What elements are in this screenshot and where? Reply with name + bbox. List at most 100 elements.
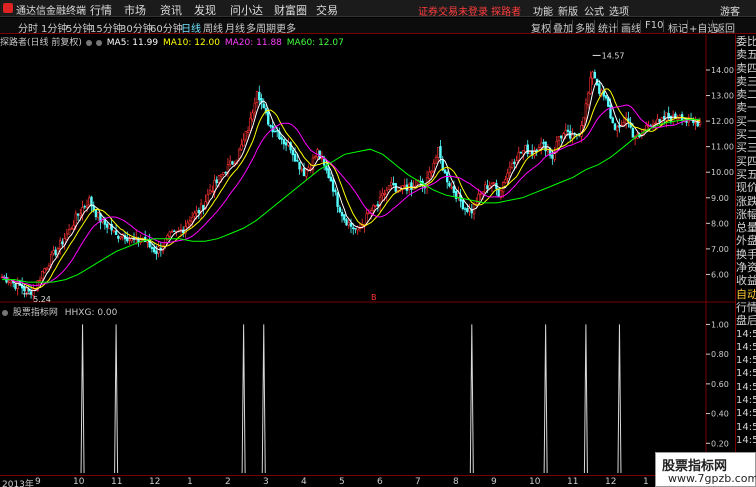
quote-label: 卖一 — [736, 101, 756, 115]
candle-body — [267, 111, 270, 125]
candle-body — [220, 174, 223, 178]
tool-overlay[interactable]: 叠加 — [553, 20, 573, 35]
menu-item-trade[interactable]: 交易 — [316, 2, 338, 18]
candle-body — [437, 147, 440, 158]
period-5min[interactable]: 5分钟 — [66, 20, 92, 35]
candle-body — [206, 194, 210, 204]
period-1min[interactable]: 1分钟 — [41, 20, 67, 35]
quote-label: 买一 — [736, 114, 756, 128]
period-daily[interactable]: 日线 — [181, 20, 201, 35]
tool-draw-line[interactable]: 画线 — [621, 20, 641, 35]
menu-item-news[interactable]: 资讯 — [160, 2, 182, 18]
quote-label: 卖五 — [736, 48, 756, 62]
toolbar-divider — [712, 20, 713, 32]
period-weekly[interactable]: 周线 — [203, 20, 223, 35]
quote-label: 换手 — [736, 247, 756, 261]
price-tick-label: 14.00 — [711, 66, 734, 75]
candle-body — [432, 162, 435, 172]
candle-body — [387, 185, 391, 190]
candle-body — [298, 161, 301, 170]
candle-body — [586, 92, 590, 106]
candle-body — [345, 219, 348, 226]
candle-body — [61, 241, 64, 245]
tool-f10[interactable]: F10 — [645, 20, 663, 31]
candle-body — [613, 123, 617, 130]
date-label: 6 — [377, 477, 383, 487]
menu-item-market[interactable]: 市场 — [124, 2, 146, 18]
candle-body — [296, 160, 299, 162]
menu-new-version[interactable]: 新版 — [558, 3, 578, 18]
candle-body — [38, 279, 42, 282]
candle-body — [428, 171, 431, 179]
indicator-chart[interactable]: 1.00 0.80 0.60 0.40 0.20 — [0, 303, 735, 475]
period-tick[interactable]: 分时 — [18, 20, 38, 35]
auto-label[interactable]: 自动 — [736, 288, 756, 301]
price-chart[interactable]: 14.57 5.24 B 14.00 13.00 12.00 11.00 10.00 9.00… — [0, 35, 735, 303]
candle-body — [262, 103, 265, 109]
candle-body — [343, 214, 346, 221]
candle-body — [222, 172, 225, 175]
low-label: 5.24 — [33, 295, 51, 303]
candle-body — [72, 225, 75, 230]
candle-body — [58, 240, 62, 250]
candle-body — [282, 139, 286, 145]
period-60min[interactable]: 60分钟 — [150, 20, 183, 35]
menu-item-discover[interactable]: 发现 — [194, 2, 216, 18]
indicator-tick-label: 0.60 — [711, 380, 729, 389]
watermark-url: www.7gpzb.com — [668, 472, 756, 485]
date-label: 1 — [187, 477, 193, 487]
date-label: 5 — [339, 477, 345, 487]
menu-item-quotes[interactable]: 行情 — [90, 2, 112, 18]
quote-label: 买四 — [736, 154, 756, 168]
tool-back[interactable]: 返回 — [715, 20, 735, 35]
candle-body — [188, 220, 192, 225]
menu-item-wealth[interactable]: 财富圈 — [274, 2, 307, 18]
tool-restore-right[interactable]: 复权 — [531, 20, 551, 35]
menu-options[interactable]: 选项 — [609, 3, 629, 18]
tool-statistics[interactable]: 统计 — [598, 20, 618, 35]
candle-body — [566, 129, 570, 132]
candle-body — [244, 131, 248, 140]
period-30min[interactable]: 30分钟 — [120, 20, 153, 35]
ma10-line — [1, 88, 701, 290]
candle-body — [52, 250, 55, 254]
high-label: 14.57 — [602, 51, 625, 60]
candle-body — [663, 116, 666, 120]
candle-body — [445, 171, 449, 183]
menu-item-ask[interactable]: 问小达 — [230, 2, 263, 18]
candle-body — [571, 134, 574, 139]
candle-body — [598, 83, 601, 94]
candle-body — [497, 189, 500, 197]
toolbar-divider — [687, 20, 688, 32]
signal-spike — [583, 324, 588, 474]
candle-body — [9, 281, 13, 284]
candle-body — [246, 130, 250, 133]
menu-function[interactable]: 功能 — [533, 3, 553, 18]
panel-tab[interactable]: 行情 — [736, 301, 756, 314]
quote-label: 买二 — [736, 128, 756, 142]
period-15min[interactable]: 15分钟 — [90, 20, 123, 35]
moving-averages — [1, 80, 701, 292]
tool-mark[interactable]: 标记 — [668, 20, 688, 35]
tool-add-watchlist[interactable]: +自选 — [689, 20, 717, 35]
menu-guest[interactable]: 游客 — [720, 3, 740, 18]
candle-body — [300, 169, 303, 171]
candle-body — [580, 125, 583, 137]
candle-body — [293, 153, 297, 162]
candle-body — [7, 281, 10, 283]
app-title: 通达信金融终端 — [16, 6, 86, 17]
period-monthly[interactable]: 月线 — [225, 20, 245, 35]
panel-tab[interactable]: 盘后 — [736, 314, 756, 327]
signal-spike — [241, 324, 246, 474]
period-more[interactable]: 更多 — [276, 20, 296, 35]
date-label: 2013年 — [2, 480, 34, 487]
candle-body — [524, 145, 527, 152]
candle-body — [41, 271, 44, 280]
login-notice[interactable]: 证券交易未登录 探路者 — [418, 3, 521, 18]
period-multi[interactable]: 多周期 — [246, 20, 276, 35]
tool-multi-stock[interactable]: 多股 — [575, 20, 595, 35]
toolbar-divider — [640, 20, 641, 32]
menu-formula[interactable]: 公式 — [584, 3, 604, 18]
candle-body — [108, 224, 111, 229]
candle-body — [340, 212, 344, 217]
